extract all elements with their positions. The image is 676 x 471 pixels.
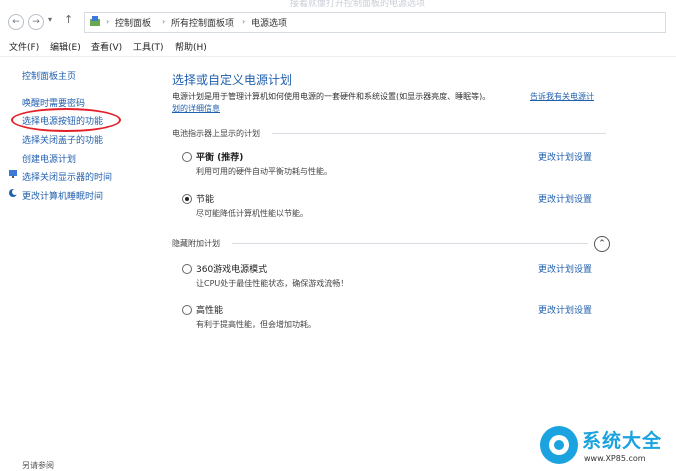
- menu-file[interactable]: 文件(F): [9, 40, 39, 53]
- learn-more-link[interactable]: 告诉我有关电源计: [530, 91, 594, 102]
- radio-power-saver[interactable]: [182, 194, 192, 204]
- plan-desc-power-saver: 尽可能降低计算机性能以节能。: [196, 209, 308, 218]
- section-divider: [232, 243, 588, 244]
- radio-balanced[interactable]: [182, 152, 192, 162]
- up-arrow-icon[interactable]: ↑: [64, 13, 73, 26]
- plan-name-360-game[interactable]: 360游戏电源模式: [196, 262, 267, 275]
- watermark-logo-icon: [540, 426, 578, 464]
- breadcrumb-separator: ›: [106, 17, 110, 26]
- section-divider: [272, 133, 606, 134]
- sidebar-item-display-off[interactable]: 选择关闭显示器的时间: [22, 170, 112, 183]
- collapse-chevron-up-icon[interactable]: ⌃: [594, 236, 610, 252]
- sidebar-item-lid-close[interactable]: 选择关闭盖子的功能: [22, 133, 103, 146]
- back-arrow-icon[interactable]: ←: [8, 14, 24, 30]
- change-plan-settings-link[interactable]: 更改计划设置: [538, 262, 592, 275]
- plan-name-balanced[interactable]: 平衡 (推荐): [196, 150, 243, 163]
- learn-more-link-continued[interactable]: 划的详细信息: [172, 103, 220, 114]
- breadcrumb-power-options[interactable]: 电源选项: [251, 16, 287, 29]
- menu-tools[interactable]: 工具(T): [133, 40, 164, 53]
- moon-sleep-icon: [9, 189, 18, 197]
- menu-view[interactable]: 查看(V): [91, 40, 122, 53]
- sidebar-item-wake-password[interactable]: 唤醒时需要密码: [22, 96, 85, 109]
- plan-name-high-performance[interactable]: 高性能: [196, 303, 223, 316]
- breadcrumb-control-panel[interactable]: 控制面板: [115, 16, 151, 29]
- sidebar-item-sleep-time[interactable]: 更改计算机睡眠时间: [22, 189, 103, 202]
- red-highlight-circle: [11, 108, 121, 132]
- change-plan-settings-link[interactable]: 更改计划设置: [538, 303, 592, 316]
- radio-360-game[interactable]: [182, 264, 192, 274]
- change-plan-settings-link[interactable]: 更改计划设置: [538, 150, 592, 163]
- recent-dropdown-icon[interactable]: ▾: [48, 15, 52, 24]
- page-title: 选择或自定义电源计划: [172, 73, 293, 87]
- description-text: 电源计划是用于管理计算机如何使用电源的一套硬件和系统设置(如显示器亮度、睡眠等)…: [172, 92, 491, 101]
- section-header-hidden-plans: 隐藏附加计划: [172, 239, 220, 248]
- menu-edit[interactable]: 编辑(E): [50, 40, 81, 53]
- breadcrumb-separator: ›: [242, 17, 246, 26]
- see-also-label: 另请参阅: [22, 461, 54, 470]
- plan-desc-360-game: 让CPU处于最佳性能状态，确保游戏流畅！: [196, 279, 349, 288]
- change-plan-settings-link[interactable]: 更改计划设置: [538, 192, 592, 205]
- breadcrumb-all-items[interactable]: 所有控制面板项: [171, 16, 234, 29]
- watermark-url: www.XP85.com: [584, 454, 646, 463]
- site-watermark: 系统大全 www.XP85.com: [540, 424, 670, 468]
- sidebar-item-create-plan[interactable]: 创建电源计划: [22, 152, 76, 165]
- menu-help[interactable]: 帮助(H): [175, 40, 207, 53]
- plan-desc-high-performance: 有利于提高性能，但会增加功耗。: [196, 320, 316, 329]
- plan-desc-balanced: 利用可用的硬件自动平衡功耗与性能。: [196, 167, 332, 176]
- breadcrumb-separator: ›: [162, 17, 166, 26]
- section-header-battery-plans: 电池指示器上显示的计划: [172, 129, 260, 138]
- monitor-icon: [9, 170, 17, 178]
- watermark-text: 系统大全: [582, 430, 663, 452]
- radio-high-performance[interactable]: [182, 305, 192, 315]
- forward-arrow-icon[interactable]: →: [28, 14, 44, 30]
- sidebar-home-link[interactable]: 控制面板主页: [22, 69, 76, 82]
- plan-name-power-saver[interactable]: 节能: [196, 192, 214, 205]
- control-panel-icon: [90, 16, 100, 26]
